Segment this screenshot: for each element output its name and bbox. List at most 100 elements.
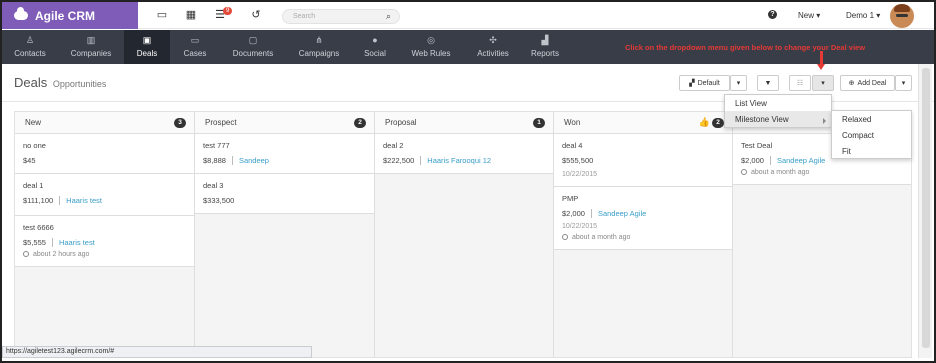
deal-value: $2,000 <box>741 156 764 165</box>
deal-contact-link[interactable]: Haaris Farooqui 12 <box>427 156 491 165</box>
deal-contact-link[interactable]: Sandeep <box>239 156 269 165</box>
deal-card[interactable]: no one $45 <box>15 134 194 174</box>
nav-cases[interactable]: ▭ Cases <box>170 30 220 64</box>
menu-item-milestone-view[interactable]: Milestone View <box>725 111 831 127</box>
deal-name[interactable]: no one <box>23 141 186 150</box>
clock-icon <box>562 234 568 240</box>
nav-label: Reports <box>530 49 559 58</box>
help-icon[interactable]: ? <box>768 10 777 19</box>
deal-name[interactable]: deal 4 <box>562 141 724 150</box>
add-deal-button[interactable]: ⊕ Add Deal <box>840 75 895 91</box>
top-bar: Agile CRM ▭ ▦ ☰ 9 ↺ Search ⌕ ? New ▾ Dem… <box>2 2 934 29</box>
list-icon: ☷ <box>796 80 804 87</box>
pipeline-label: Default <box>697 79 720 87</box>
column-header: New 3 <box>15 112 194 134</box>
reports-icon: ▟ <box>541 35 549 45</box>
cases-icon: ▭ <box>190 35 200 45</box>
deals-icon: ▣ <box>142 35 152 45</box>
chevron-down-icon: ▾ <box>736 80 741 87</box>
nav-web-rules[interactable]: ◎ Web Rules <box>398 30 464 64</box>
documents-icon: ▢ <box>248 35 258 45</box>
deal-card[interactable]: deal 1 $111,100 Haaris test <box>15 174 194 216</box>
clock-icon <box>23 251 29 257</box>
deal-card[interactable]: PMP $2,000 Sandeep Agile 10/22/2015 about… <box>554 187 732 250</box>
brand-name: Agile CRM <box>35 8 95 23</box>
chevron-right-icon <box>823 118 826 124</box>
deal-close-date: 10/22/2015 <box>562 171 598 178</box>
notification-badge: 9 <box>223 7 233 15</box>
view-dropdown-button[interactable]: ▾ <box>812 75 834 91</box>
avatar[interactable] <box>890 4 914 28</box>
dashboard-icon[interactable]: ▭ <box>156 10 168 21</box>
column-title: New <box>25 118 42 127</box>
nav-label: Web Rules <box>411 49 451 58</box>
deal-name[interactable]: PMP <box>562 194 724 203</box>
deal-card[interactable]: deal 3 $333,500 <box>195 174 374 214</box>
nav-contacts[interactable]: ♙ Contacts <box>2 30 58 64</box>
menu-item-list-view[interactable]: List View <box>725 95 831 111</box>
chevron-down-icon: ▾ <box>901 80 906 87</box>
deal-card[interactable]: deal 4 $555,500 10/22/2015 <box>554 134 732 187</box>
deal-value: $5,555 <box>23 238 46 247</box>
pipeline-dropdown-button[interactable]: ▾ <box>730 75 747 91</box>
pipeline-icon: ▞ <box>689 80 695 87</box>
nav-label: Campaigns <box>298 49 340 58</box>
menu-item-relaxed[interactable]: Relaxed <box>832 111 911 127</box>
nav-reports[interactable]: ▟ Reports <box>522 30 568 64</box>
deal-contact-link[interactable]: Haaris test <box>66 196 102 205</box>
nav-deals[interactable]: ▣ Deals <box>124 30 170 64</box>
deal-updated-text: about a month ago <box>751 169 810 176</box>
deal-card[interactable]: test 6666 $5,555 Haaris test about 2 hour… <box>15 216 194 267</box>
cloud-icon <box>14 7 28 20</box>
nav-activities[interactable]: ✣ Activities <box>464 30 522 64</box>
nav-social[interactable]: ● Social <box>352 30 398 64</box>
search-placeholder: Search <box>293 13 316 20</box>
count-badge: 2 <box>354 118 366 128</box>
brand-logo[interactable]: Agile CRM <box>2 2 138 29</box>
annotation-text: Click on the dropdown menu given below t… <box>625 43 866 52</box>
deal-name[interactable]: deal 2 <box>383 141 545 150</box>
add-deal-dropdown-button[interactable]: ▾ <box>895 75 912 91</box>
deal-contact-link[interactable]: Haaris test <box>59 238 95 247</box>
nav-companies[interactable]: ▥ Companies <box>58 30 124 64</box>
menu-item-label: Milestone View <box>735 114 789 124</box>
list-view-button[interactable]: ☷ <box>789 75 811 91</box>
deal-name[interactable]: deal 1 <box>23 181 186 190</box>
scrollbar-thumb[interactable] <box>922 68 930 348</box>
milestone-column-prospect: Prospect 2 test 777 $8,888 Sandeep deal 3 … <box>195 112 375 357</box>
view-dropdown-menu: List View Milestone View <box>724 94 832 128</box>
add-deal-label: Add Deal <box>857 79 887 87</box>
search-input[interactable]: Search ⌕ <box>282 9 400 24</box>
deal-name[interactable]: deal 3 <box>203 181 366 190</box>
history-icon[interactable]: ↺ <box>250 10 262 21</box>
social-icon: ● <box>372 35 378 45</box>
column-title: Won <box>564 118 581 127</box>
web-rules-icon: ◎ <box>427 35 435 45</box>
status-url: https://agiletest123.agilecrm.com/# <box>2 346 312 358</box>
search-icon[interactable]: ⌕ <box>386 11 391 22</box>
page-title: Deals Opportunities <box>14 75 106 90</box>
nav-campaigns[interactable]: ⋔ Campaigns <box>286 30 352 64</box>
filter-button[interactable]: ▼ <box>757 75 779 91</box>
deal-name[interactable]: test 777 <box>203 141 366 150</box>
menu-item-compact[interactable]: Compact <box>832 127 911 143</box>
vertical-scrollbar[interactable] <box>918 64 932 358</box>
deal-card[interactable]: deal 2 $222,500 Haaris Farooqui 12 <box>375 134 553 174</box>
deal-name[interactable]: test 6666 <box>23 223 186 232</box>
deal-card[interactable]: test 777 $8,888 Sandeep <box>195 134 374 174</box>
calendar-icon[interactable]: ▦ <box>185 10 197 21</box>
deal-contact-link[interactable]: Sandeep Agile <box>598 209 646 218</box>
menu-item-fit[interactable]: Fit <box>832 143 911 159</box>
nav-label: Documents <box>232 49 274 58</box>
deal-updated: about 2 hours ago <box>23 251 186 258</box>
deal-contact-link[interactable]: Sandeep Agile <box>777 156 825 165</box>
column-title: Prospect <box>205 118 237 127</box>
plus-circle-icon: ⊕ <box>848 80 855 87</box>
filter-icon: ▼ <box>764 79 772 87</box>
annotation-arrow-icon <box>817 51 825 71</box>
nav-documents[interactable]: ▢ Documents <box>220 30 286 64</box>
new-menu[interactable]: New ▾ <box>798 11 820 20</box>
user-menu[interactable]: Demo 1 ▾ <box>846 11 880 20</box>
pipeline-select-button[interactable]: ▞ Default <box>679 75 730 91</box>
nav-label: Activities <box>477 49 509 58</box>
